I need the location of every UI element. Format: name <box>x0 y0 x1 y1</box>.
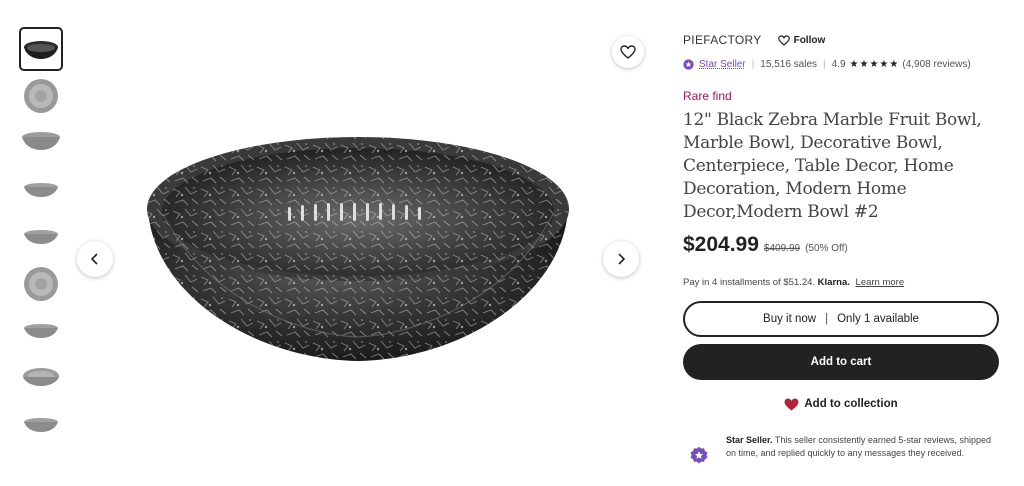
thumbnail-7[interactable] <box>19 309 63 353</box>
divider: | <box>823 58 826 70</box>
favorite-button[interactable] <box>612 36 644 68</box>
rating-value: 4.9 <box>831 58 846 70</box>
thumbnail-image <box>24 41 58 59</box>
thumbnail-6[interactable] <box>19 262 63 306</box>
thumbnail-4[interactable] <box>19 168 63 212</box>
shop-name-link[interactable]: PIEFACTORY <box>683 33 762 47</box>
thumbnail-image <box>24 418 58 432</box>
thumbnail-5[interactable] <box>19 215 63 259</box>
star-seller-link[interactable]: Star Seller <box>699 59 746 70</box>
listing-details: PIEFACTORY Follow Star Seller | 15,516 s… <box>683 30 999 465</box>
next-image-button[interactable] <box>603 241 639 277</box>
star-seller-description: Star Seller. This seller consistently ea… <box>726 434 999 459</box>
star-seller-icon <box>690 446 708 464</box>
add-to-cart-button[interactable]: Add to cart <box>683 344 999 380</box>
product-title: 12" Black Zebra Marble Fruit Bowl, Marbl… <box>683 110 982 222</box>
shop-row: PIEFACTORY Follow <box>683 30 999 50</box>
thumbnail-1[interactable] <box>19 27 63 71</box>
current-price: $204.99 <box>683 233 759 256</box>
divider: | <box>751 58 755 70</box>
thumbnail-image <box>24 79 58 113</box>
star-seller-icon <box>683 58 694 70</box>
klarna-installments: Pay in 4 installments of $51.24. Klarna.… <box>683 277 999 288</box>
thumbnail-image <box>23 368 59 386</box>
original-price: $409.99 <box>763 243 801 254</box>
thumbnail-strip <box>19 27 64 450</box>
price-row: $204.99 $409.99 (50% Off) <box>683 233 999 257</box>
divider: | <box>825 313 829 325</box>
follow-button[interactable]: Follow <box>777 34 826 46</box>
discount-label: (50% Off) <box>805 243 848 254</box>
add-to-collection-label: Add to collection <box>804 398 898 410</box>
learn-more-link[interactable]: Learn more <box>856 277 905 288</box>
thumbnail-image <box>24 230 58 244</box>
reviews-count-link[interactable]: (4,908 reviews) <box>902 59 970 70</box>
star-seller-heading: Star Seller. <box>726 435 773 445</box>
thumbnail-9[interactable] <box>19 403 63 447</box>
thumbnail-image <box>24 267 58 301</box>
star-seller-note: Star Seller. This seller consistently ea… <box>683 434 999 465</box>
buy-it-now-button[interactable]: Buy it now | Only 1 available <box>683 301 999 337</box>
thumbnail-2[interactable] <box>19 74 63 118</box>
heart-outline-icon <box>777 34 790 46</box>
previous-image-button[interactable] <box>77 241 113 277</box>
klarna-brand: Klarna. <box>817 277 850 288</box>
main-product-image <box>70 27 650 471</box>
star-seller-badge: Star Seller <box>683 59 746 70</box>
add-to-collection-button[interactable]: Add to collection <box>683 395 999 413</box>
follow-label: Follow <box>793 34 826 46</box>
chevron-right-icon <box>618 253 626 265</box>
rare-find-badge: Rare find <box>683 89 732 103</box>
availability-label: Only 1 available <box>837 313 919 325</box>
heart-filled-icon <box>784 397 799 411</box>
thumbnail-image <box>24 324 58 338</box>
thumbnail-3[interactable] <box>19 121 63 165</box>
klarna-text: Pay in 4 installments of $51.24. <box>683 277 816 288</box>
chevron-left-icon <box>90 253 98 265</box>
heart-outline-icon <box>620 45 636 59</box>
rating-stars-icon: ★★★★★ <box>849 58 900 70</box>
buy-it-now-label: Buy it now <box>763 313 817 325</box>
thumbnail-image <box>22 132 60 150</box>
thumbnail-image <box>24 183 58 197</box>
sales-count: 15,516 sales <box>760 58 818 70</box>
shop-stats: Star Seller | 15,516 sales | 4.9 ★★★★★ (… <box>683 56 999 72</box>
product-photo-bowl <box>147 137 569 361</box>
thumbnail-8[interactable] <box>19 356 63 400</box>
